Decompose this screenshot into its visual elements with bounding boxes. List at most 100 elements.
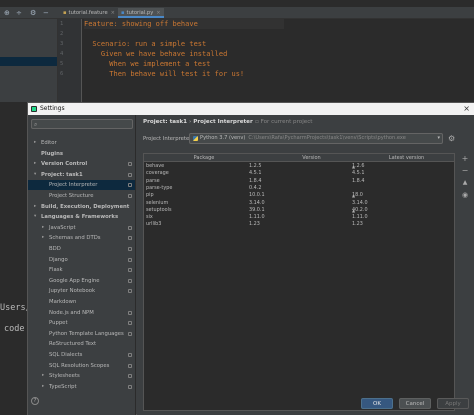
close-icon[interactable]: × xyxy=(111,10,115,16)
sidebar-item[interactable]: ▸ Version Control xyxy=(28,159,135,169)
sidebar-item[interactable]: Puppet xyxy=(28,318,135,328)
globe-icon[interactable]: ⊕ xyxy=(4,9,10,17)
remove-icon[interactable]: − xyxy=(461,167,469,175)
sidebar-item[interactable]: ▸ TypeScript xyxy=(28,382,135,392)
apply-button[interactable]: Apply xyxy=(437,398,469,409)
upgrade-icon[interactable]: ▲ xyxy=(461,179,469,187)
project-scope-icon xyxy=(128,183,132,188)
sidebar-item[interactable]: Node.js and NPM xyxy=(28,308,135,318)
sidebar-item[interactable]: SQL Dialects xyxy=(28,350,135,360)
tab-tutorial-feature[interactable]: ▪ tutorial.feature × xyxy=(60,8,118,18)
chevron-right-icon[interactable]: ▸ xyxy=(42,382,44,392)
sidebar-item[interactable]: ▾ Languages & Frameworks xyxy=(28,212,135,222)
close-icon[interactable]: × xyxy=(463,103,470,115)
sidebar-item[interactable]: ▸ Schemas and DTDs xyxy=(28,233,135,243)
chevron-right-icon[interactable]: ▸ xyxy=(42,371,44,381)
sidebar-item[interactable]: Project Interpreter xyxy=(28,180,135,191)
sidebar-item-label: TypeScript xyxy=(49,383,77,390)
chevron-right-icon[interactable]: ▸ xyxy=(34,159,36,169)
package-latest: ▲ 1.2.6 xyxy=(352,163,364,170)
add-icon[interactable]: + xyxy=(461,155,469,163)
cancel-button[interactable]: Cancel xyxy=(399,398,431,409)
sidebar-item[interactable]: BDD xyxy=(28,244,135,254)
sidebar-item-label: Django xyxy=(49,256,68,263)
code-line[interactable]: Then behave will test it for us! xyxy=(84,69,244,79)
minus-icon[interactable]: − xyxy=(43,9,49,17)
chevron-right-icon[interactable]: ▸ xyxy=(42,223,44,233)
sidebar-item[interactable]: Project Structure xyxy=(28,191,135,201)
table-row[interactable]: setuptools 39.0.1 ▲ 40.2.0 xyxy=(144,207,454,214)
table-row[interactable]: parse 1.8.4 1.8.4 xyxy=(144,178,454,185)
sidebar-item[interactable]: ▸ Editor xyxy=(28,138,135,148)
sidebar-item-label: Plugins xyxy=(41,150,63,157)
dialog-title: Settings xyxy=(40,105,65,112)
breadcrumb-parent[interactable]: Project: task1 xyxy=(143,119,187,125)
sidebar-item[interactable]: Jupyter Notebook xyxy=(28,286,135,296)
code-line[interactable]: Feature: showing off behave xyxy=(84,19,284,29)
table-row[interactable]: behave 1.2.5 ▲ 1.2.6 xyxy=(144,163,454,170)
project-scope-icon xyxy=(128,268,132,273)
sidebar-item[interactable]: Python Template Languages xyxy=(28,329,135,339)
sidebar-item-label: Node.js and NPM xyxy=(49,309,94,316)
table-row[interactable]: pip 10.0.1 ▲ 18.0 xyxy=(144,192,454,199)
sidebar-item[interactable]: Plugins xyxy=(28,149,135,159)
table-row[interactable]: selenium 3.14.0 3.14.0 xyxy=(144,200,454,207)
sidebar-item-label: Version Control xyxy=(41,161,88,168)
column-header-package[interactable]: Package xyxy=(144,154,264,162)
chevron-right-icon[interactable]: ▸ xyxy=(42,233,44,243)
divide-icon[interactable]: ÷ xyxy=(16,9,22,17)
chevron-down-icon[interactable]: ▾ xyxy=(34,170,36,180)
sidebar-item[interactable]: ReStructured Text xyxy=(28,339,135,349)
breadcrumb-separator: › xyxy=(188,119,192,125)
table-row[interactable]: six 1.11.0 1.11.0 xyxy=(144,214,454,221)
sidebar-item[interactable]: ▸ JavaScript xyxy=(28,223,135,233)
tab-label: tutorial.py xyxy=(126,10,154,16)
sidebar-item[interactable]: ▾ Project: task1 xyxy=(28,170,135,180)
package-version: 1.8.4 xyxy=(249,177,262,184)
project-tool-window xyxy=(0,19,58,102)
close-icon[interactable]: × xyxy=(156,10,160,16)
settings-dialog: Settings × ⌕ ▸ Editor Plugins ▸ Version Cont… xyxy=(27,102,474,415)
package-latest: 1.8.4 xyxy=(352,178,364,185)
sidebar-item[interactable]: Django xyxy=(28,255,135,265)
sidebar-item-label: SQL Resolution Scopes xyxy=(49,362,110,369)
selected-file-row[interactable] xyxy=(0,57,57,66)
sidebar-item[interactable]: ▸ Stylesheets xyxy=(28,371,135,381)
tab-label: tutorial.feature xyxy=(68,10,108,16)
package-latest-value: 4.5.1 xyxy=(352,170,365,177)
settings-search[interactable]: ⌕ xyxy=(31,119,133,129)
sidebar-item-label: Python Template Languages xyxy=(49,330,124,337)
table-row[interactable]: parse-type 0.4.2 xyxy=(144,185,454,192)
tab-tutorial-py[interactable]: ▪ tutorial.py × xyxy=(118,8,164,18)
eye-icon[interactable]: ◉ xyxy=(461,191,469,199)
sidebar-item[interactable]: Flask xyxy=(28,265,135,275)
sidebar-item[interactable]: Google App Engine xyxy=(28,276,135,286)
gear-icon[interactable]: ⚙ xyxy=(448,134,455,143)
code-line[interactable]: When we implement a test xyxy=(84,59,210,69)
table-row[interactable]: coverage 4.5.1 4.5.1 xyxy=(144,170,454,177)
column-header-version[interactable]: Version xyxy=(264,154,359,162)
project-scope-icon xyxy=(128,331,132,336)
sidebar-item[interactable]: Markdown xyxy=(28,297,135,307)
chevron-right-icon[interactable]: ▸ xyxy=(34,202,36,212)
copy-icon: ▫ xyxy=(255,119,259,125)
sidebar-item[interactable]: SQL Resolution Scopes xyxy=(28,361,135,371)
chevron-right-icon[interactable]: ▸ xyxy=(34,138,36,148)
package-latest: 1.11.0 xyxy=(352,214,368,221)
terminal-text: code xyxy=(4,324,25,334)
code-line[interactable]: Scenario: run a simple test xyxy=(84,39,206,49)
project-scope-icon xyxy=(128,384,132,389)
dialog-title-bar[interactable]: Settings × xyxy=(28,103,474,115)
line-number: 1 xyxy=(60,21,64,27)
code-line[interactable]: Given we have behave installed xyxy=(84,49,227,59)
search-input[interactable] xyxy=(42,120,130,128)
sidebar-item[interactable]: ▸ Build, Execution, Deployment xyxy=(28,202,135,212)
project-scope-icon xyxy=(128,236,132,241)
ok-button[interactable]: OK xyxy=(361,398,393,409)
interpreter-select[interactable]: Python 3.7 (venv) C:\Users\Rafa\PycharmPr… xyxy=(189,133,443,144)
chevron-down-icon[interactable]: ▾ xyxy=(34,212,36,222)
gear-icon[interactable]: ⚙ xyxy=(30,9,36,17)
help-icon[interactable]: ? xyxy=(31,397,39,405)
table-row[interactable]: urllib3 1.23 1.23 xyxy=(144,221,454,228)
column-header-latest[interactable]: Latest version xyxy=(359,154,454,162)
